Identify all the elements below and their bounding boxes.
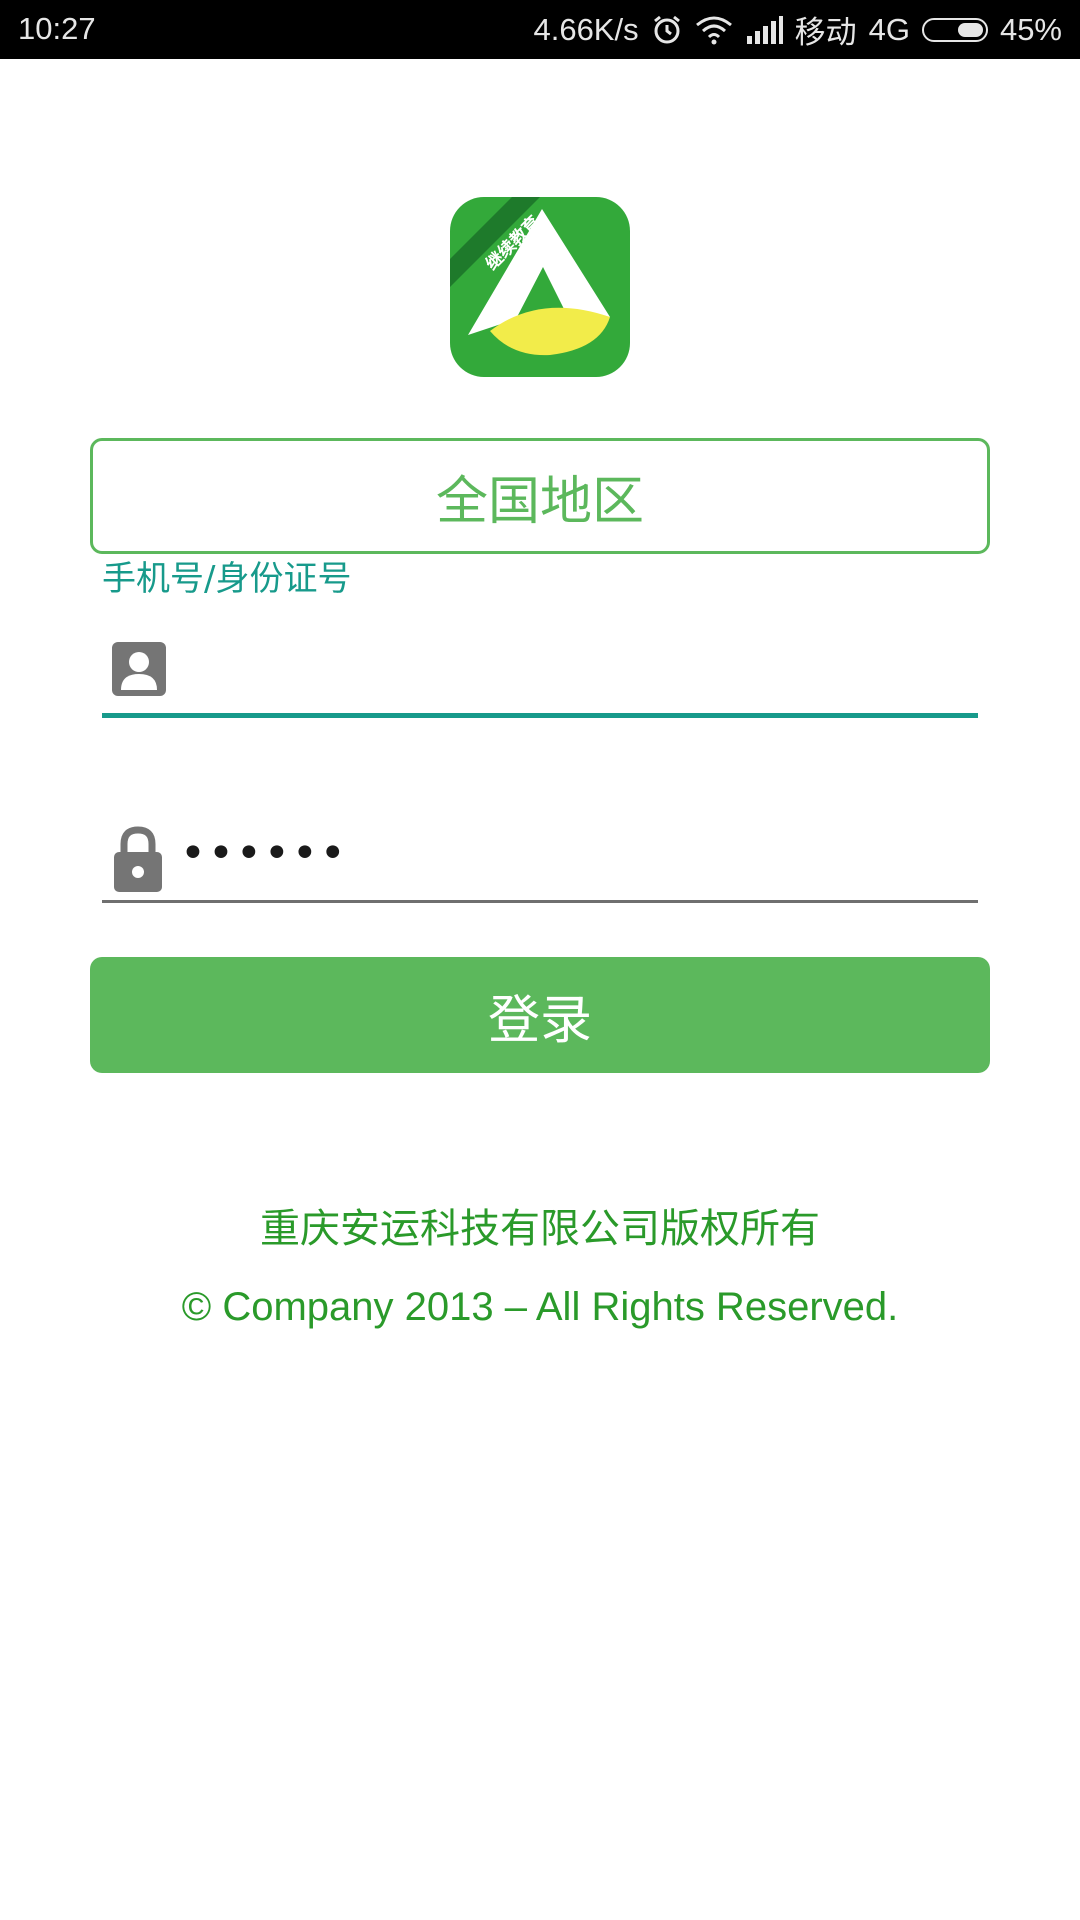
login-label: 登录: [487, 990, 592, 1051]
battery-percent: 45%: [999, 11, 1062, 47]
region-select-button[interactable]: 全国地区: [90, 438, 990, 554]
battery-icon: [921, 17, 988, 42]
status-indicators: 4.66K/s 移动 4G 45%: [533, 0, 1062, 59]
status-time: 10:27: [18, 11, 96, 46]
signal-icon: [745, 15, 783, 44]
region-label: 全国地区: [435, 471, 644, 532]
battery-level: [957, 22, 983, 37]
lock-icon: [112, 824, 164, 894]
wifi-icon: [695, 15, 733, 45]
account-field[interactable]: [102, 628, 978, 718]
password-field[interactable]: ••••••: [102, 810, 978, 903]
app-logo: 继续教育: [450, 197, 630, 377]
copyright-en: © Company 2013 – All Rights Reserved.: [181, 1285, 899, 1329]
alarm-icon: [651, 14, 683, 46]
login-button[interactable]: 登录: [90, 957, 990, 1073]
password-value: ••••••: [180, 828, 348, 879]
account-box-icon: [110, 640, 168, 698]
copyright-cn: 重庆安运科技有限公司版权所有: [260, 1206, 820, 1252]
account-input[interactable]: [182, 638, 966, 706]
account-hint-label: 手机号/身份证号: [102, 559, 352, 599]
status-bar: 10:27 4.66K/s 移动 4G 45%: [0, 0, 1080, 59]
network-type: 4G: [868, 11, 910, 47]
net-speed: 4.66K/s: [533, 11, 639, 47]
carrier-name: 移动: [794, 15, 857, 50]
